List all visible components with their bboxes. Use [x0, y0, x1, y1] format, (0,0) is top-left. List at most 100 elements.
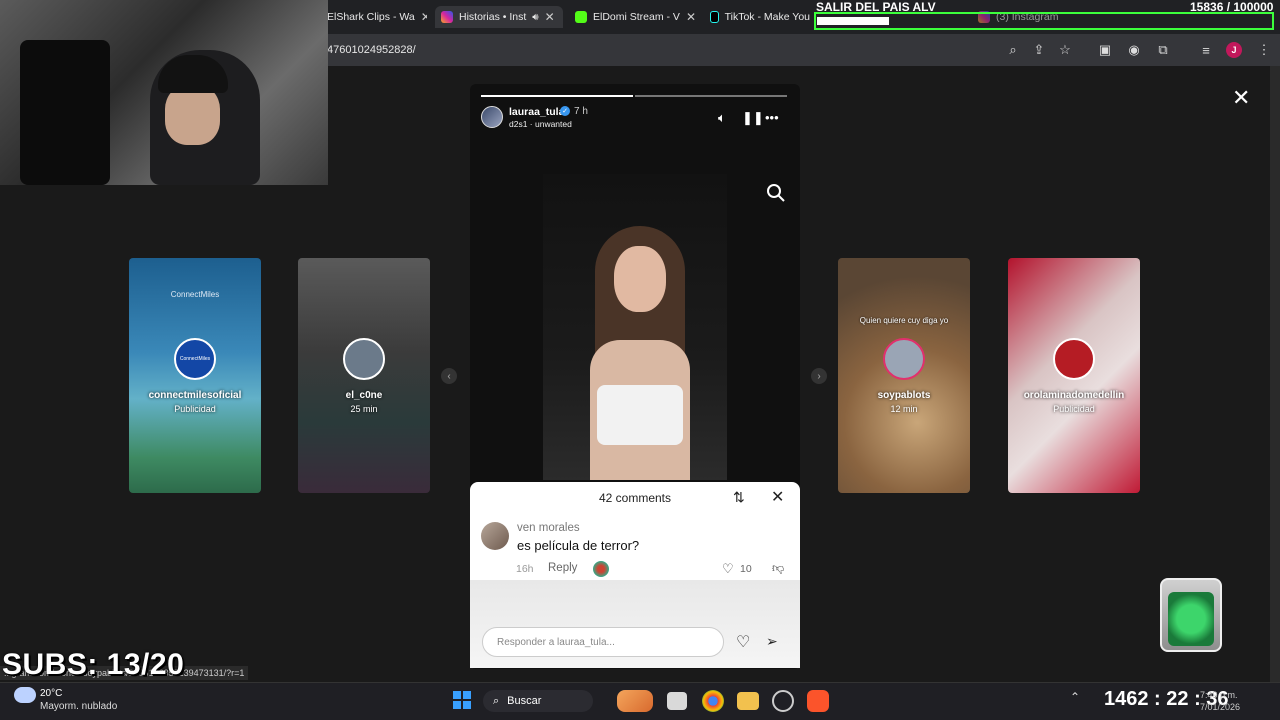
card-caption: ConnectMiles: [170, 290, 220, 299]
tab-historias-instagram[interactable]: Historias • Inst 🔊︎ ✕: [435, 6, 563, 28]
reaction-icon: [593, 561, 609, 577]
comment-text: es película de terror?: [517, 538, 640, 553]
url-field[interactable]: 47601024952828/: [327, 44, 416, 56]
media-icon[interactable]: ▣: [1097, 42, 1113, 58]
goal-label: SALIR DEL PAIS ALV: [816, 0, 936, 14]
video-subject-top: [597, 385, 683, 445]
tab-elshark-clips[interactable]: ElShark Clips - Wa ✕: [327, 6, 427, 28]
side-story-orolaminado[interactable]: orolaminadomedellin Publicidad: [1008, 258, 1140, 493]
search-label: Buscar: [507, 695, 542, 707]
search-icon[interactable]: [766, 183, 786, 203]
side-story-name: orolaminadomedellin: [1023, 390, 1125, 401]
bookmark-star-icon[interactable]: ☆: [1057, 42, 1073, 58]
tab-label: ElDomi Stream - V: [593, 11, 680, 23]
recycle-bin-contents: [1168, 592, 1214, 646]
side-story-name: soypablots: [877, 390, 931, 401]
side-story-sub: Publicidad: [174, 404, 216, 414]
story-avatar[interactable]: [481, 106, 503, 128]
speaker-icon[interactable]: 🔊︎: [532, 12, 538, 23]
comment-user[interactable]: ven morales: [517, 522, 580, 534]
like-heart-icon[interactable]: ♡: [722, 561, 734, 577]
tray-chevron-icon[interactable]: ⌃: [1070, 690, 1080, 704]
comment-avatar[interactable]: [481, 522, 509, 550]
tray-date[interactable]: 7/01/2026: [1200, 702, 1240, 712]
app-icon[interactable]: [772, 690, 794, 712]
tab-label: TikTok - Make You: [724, 11, 810, 23]
goal-counter: 15836 / 100000: [1190, 0, 1274, 14]
zoom-icon[interactable]: ⌕: [1005, 42, 1021, 58]
brave-icon[interactable]: [807, 690, 829, 712]
tab-eldomi-stream[interactable]: ElDomi Stream - V ✕: [575, 6, 703, 28]
tiktok-icon: [710, 11, 719, 23]
close-comments-icon[interactable]: ✕: [771, 487, 784, 507]
side-story-avatar: [883, 338, 925, 380]
close-icon[interactable]: ✕: [1232, 85, 1250, 111]
search-icon: ⌕: [493, 694, 500, 707]
game-app-icon[interactable]: [617, 690, 653, 712]
file-explorer-icon[interactable]: [737, 692, 759, 710]
story-progress-segment: [635, 95, 787, 97]
close-tab-icon[interactable]: ✕: [421, 10, 427, 24]
reply-button[interactable]: Reply: [548, 562, 577, 574]
send-icon[interactable]: ➢: [766, 633, 778, 650]
profile-avatar[interactable]: J: [1226, 42, 1242, 58]
side-story-avatar: [343, 338, 385, 380]
menu-icon[interactable]: ⋮: [1256, 42, 1272, 58]
side-story-name: el_c0ne: [345, 390, 383, 401]
tab-tiktok[interactable]: TikTok - Make You: [710, 6, 810, 28]
comment-like-count: 10: [740, 563, 752, 575]
close-tab-icon[interactable]: ✕: [686, 10, 696, 24]
side-story-avatar: ConnectMiles: [174, 338, 216, 380]
weather-desc[interactable]: Mayorm. nublado: [40, 701, 117, 712]
instagram-icon: [441, 11, 453, 23]
close-tab-icon[interactable]: ✕: [545, 10, 555, 24]
reply-input[interactable]: Responder a lauraa_tula...: [482, 627, 724, 657]
comment-time: 16h: [516, 563, 534, 575]
scrollbar[interactable]: [1270, 66, 1280, 682]
story-time: 7 h: [574, 106, 588, 117]
card-caption: Quien quiere cuy diga yo: [859, 316, 949, 325]
kick-icon: [575, 11, 587, 23]
tab-label: Historias • Inst: [459, 11, 527, 23]
side-story-name: connectmilesoficial: [148, 390, 242, 401]
avatar-text: ConnectMiles: [179, 356, 211, 362]
dislike-icon[interactable]: 👎︎: [772, 561, 784, 576]
extension-icon[interactable]: ◉: [1126, 42, 1142, 58]
heart-icon[interactable]: ♡: [736, 632, 750, 652]
webcam-overlay: [0, 0, 328, 185]
video-subject-face: [614, 246, 666, 312]
puzzle-icon[interactable]: ⧉: [1155, 42, 1171, 58]
gaming-chair: [20, 40, 110, 185]
share-icon[interactable]: ⇪: [1031, 42, 1047, 58]
verified-badge-icon: ✓: [560, 106, 570, 116]
previous-story-button[interactable]: ‹: [441, 368, 457, 384]
goal-progress-fill: [817, 17, 889, 25]
windows-start-icon[interactable]: [453, 691, 471, 709]
story-audio-track[interactable]: d2s1 · unwanted: [509, 119, 572, 129]
side-story-el-c0ne[interactable]: el_c0ne 25 min: [298, 258, 430, 493]
story-username[interactable]: lauraa_tula: [509, 106, 564, 118]
task-view-icon[interactable]: [667, 692, 687, 710]
next-story-button[interactable]: ›: [811, 368, 827, 384]
tray-time[interactable]: 7:49 p.m.: [1200, 690, 1238, 700]
chrome-icon[interactable]: [702, 690, 724, 712]
side-story-connectmiles[interactable]: ConnectMiles ConnectMiles connectmilesof…: [129, 258, 261, 493]
subs-counter: SUBS: 13/20: [2, 648, 185, 681]
side-story-sub: 25 min: [350, 404, 378, 414]
pause-icon[interactable]: ❚❚: [742, 110, 764, 126]
sort-icon[interactable]: ⇅: [733, 489, 745, 506]
side-story-soypablots[interactable]: Quien quiere cuy diga yo soypablots 12 m…: [838, 258, 970, 493]
volume-icon[interactable]: 🔈︎: [718, 110, 726, 126]
streamer-face: [165, 85, 220, 145]
side-story-sub: Publicidad: [1053, 404, 1095, 414]
story-progress-segment: [481, 95, 633, 97]
comments-title: 42 comments: [598, 491, 672, 505]
verified-mark: ✓: [562, 108, 568, 115]
playlist-icon[interactable]: ≡: [1198, 42, 1214, 58]
side-story-sub: 12 min: [890, 404, 918, 414]
cloud-icon[interactable]: [14, 687, 36, 703]
more-icon[interactable]: •••: [765, 110, 779, 125]
taskbar-search[interactable]: ⌕ Buscar: [483, 690, 593, 712]
weather-temp[interactable]: 20°C: [40, 688, 62, 699]
tab-label: ElShark Clips - Wa: [327, 11, 415, 23]
